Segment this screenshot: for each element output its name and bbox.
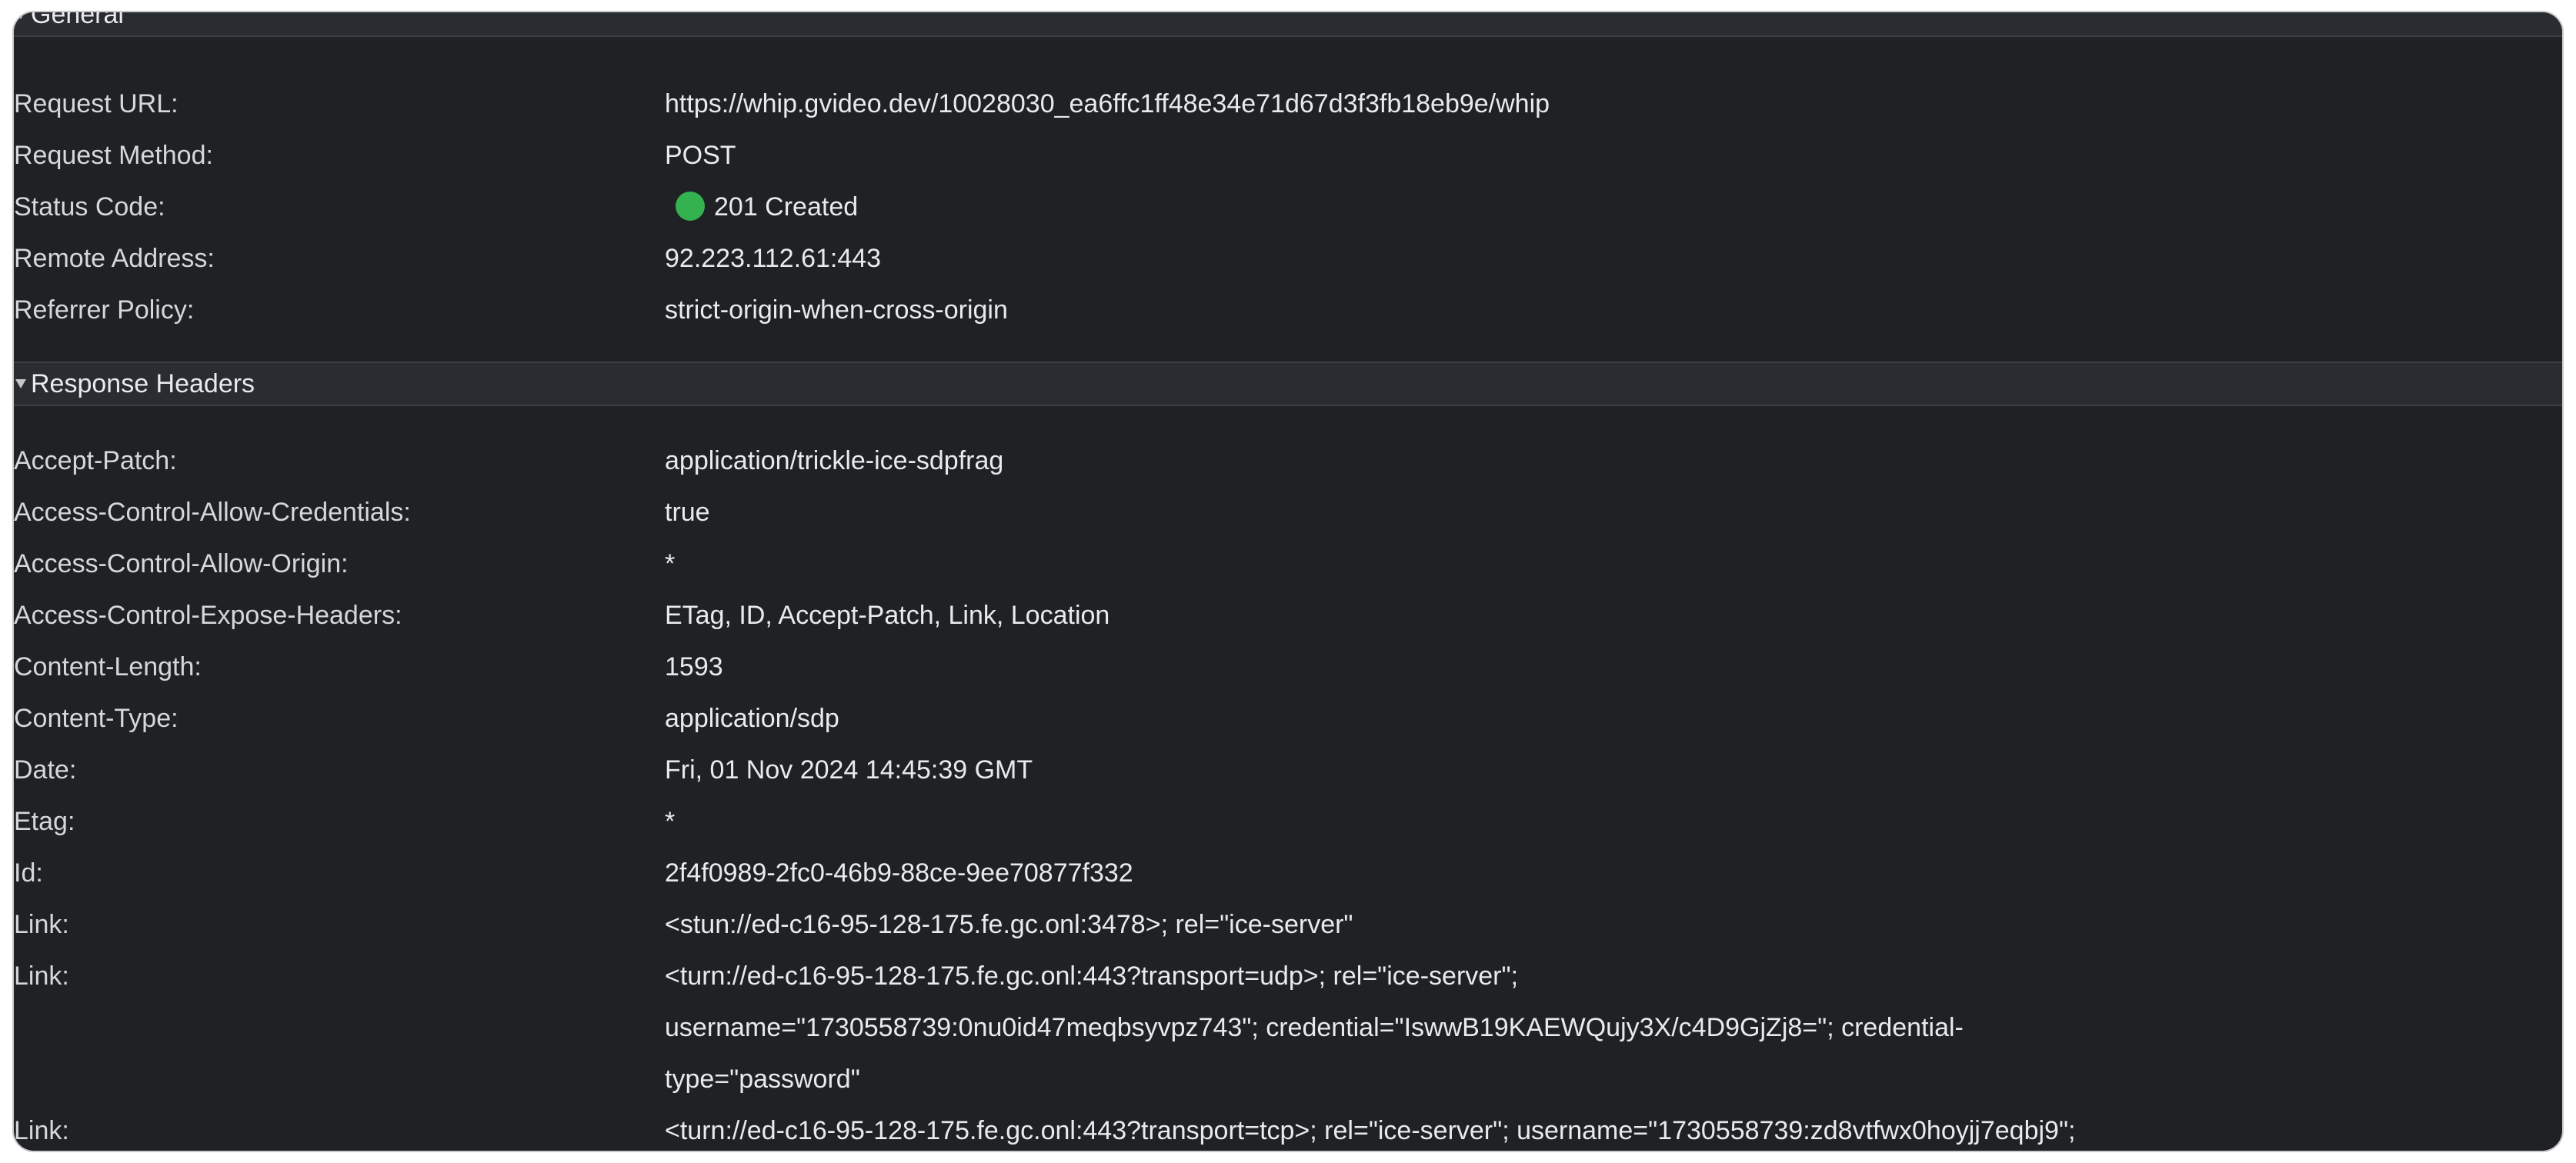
header-key: Link: bbox=[14, 961, 69, 991]
header-key: Etag: bbox=[14, 807, 75, 836]
header-value[interactable]: * bbox=[665, 796, 2527, 848]
header-value[interactable]: true bbox=[665, 487, 2527, 538]
header-value-line: type="password" bbox=[665, 1065, 860, 1094]
header-key: Date: bbox=[14, 755, 77, 785]
header-key: Id: bbox=[14, 858, 43, 888]
header-value-line: <turn://ed-c16-95-128-175.fe.gc.onl:443?… bbox=[665, 961, 1519, 991]
response-headers-section-title: Response Headers bbox=[31, 369, 255, 398]
header-key: Request Method: bbox=[14, 141, 213, 170]
header-value[interactable]: 2f4f0989-2fc0-46b9-88ce-9ee70877f332 bbox=[665, 848, 2527, 899]
header-key: Content-Type: bbox=[14, 704, 179, 733]
header-value[interactable]: * bbox=[665, 538, 2527, 590]
header-value[interactable]: application/sdp bbox=[665, 693, 2527, 745]
status-text: 201 Created bbox=[714, 192, 859, 222]
collapse-triangle-icon[interactable] bbox=[15, 12, 26, 19]
general-section-title: General bbox=[31, 12, 124, 29]
general-section-header[interactable]: General bbox=[14, 12, 2562, 37]
header-value[interactable]: <turn://ed-c16-95-128-175.fe.gc.onl:443?… bbox=[665, 1105, 2527, 1151]
status-success-dot-icon bbox=[676, 192, 705, 221]
collapse-triangle-icon[interactable] bbox=[15, 379, 26, 388]
header-value[interactable]: strict-origin-when-cross-origin bbox=[665, 285, 2527, 336]
header-key: Accept-Patch: bbox=[14, 446, 177, 475]
header-key: Remote Address: bbox=[14, 244, 215, 273]
status-code-value[interactable]: 201 Created bbox=[665, 182, 2527, 233]
header-value[interactable]: https://whip.gvideo.dev/10028030_ea6ffc1… bbox=[665, 78, 2527, 130]
header-key: Request URL: bbox=[14, 89, 179, 118]
devtools-window: General Request URL: https://whip.gvideo… bbox=[12, 11, 2564, 1152]
response-headers-section-header[interactable]: Response Headers bbox=[14, 362, 2562, 406]
header-value[interactable]: ETag, ID, Accept-Patch, Link, Location bbox=[665, 590, 2527, 641]
headers-panel: General Request URL: https://whip.gvideo… bbox=[14, 12, 2562, 1151]
header-value[interactable]: 1593 bbox=[665, 641, 2527, 693]
header-value[interactable]: Fri, 01 Nov 2024 14:45:39 GMT bbox=[665, 745, 2527, 796]
header-key: Link: bbox=[14, 910, 69, 939]
header-key: Link: bbox=[14, 1116, 69, 1145]
header-value[interactable]: application/trickle-ice-sdpfrag bbox=[665, 435, 2527, 487]
header-value[interactable]: POST bbox=[665, 130, 2527, 182]
header-key: Access-Control-Allow-Credentials: bbox=[14, 498, 411, 527]
header-value-multiline[interactable]: <turn://ed-c16-95-128-175.fe.gc.onl:443?… bbox=[665, 951, 2527, 1105]
header-value[interactable]: 92.223.112.61:443 bbox=[665, 233, 2527, 285]
header-value[interactable]: <stun://ed-c16-95-128-175.fe.gc.onl:3478… bbox=[665, 899, 2527, 951]
header-key: Access-Control-Allow-Origin: bbox=[14, 549, 349, 578]
header-key: Referrer Policy: bbox=[14, 295, 195, 325]
header-value-line: username="1730558739:0nu0id47meqbsyvpz74… bbox=[665, 1013, 1964, 1042]
header-key: Content-Length: bbox=[14, 652, 202, 681]
header-key: Status Code: bbox=[14, 192, 165, 222]
header-key: Access-Control-Expose-Headers: bbox=[14, 601, 402, 630]
